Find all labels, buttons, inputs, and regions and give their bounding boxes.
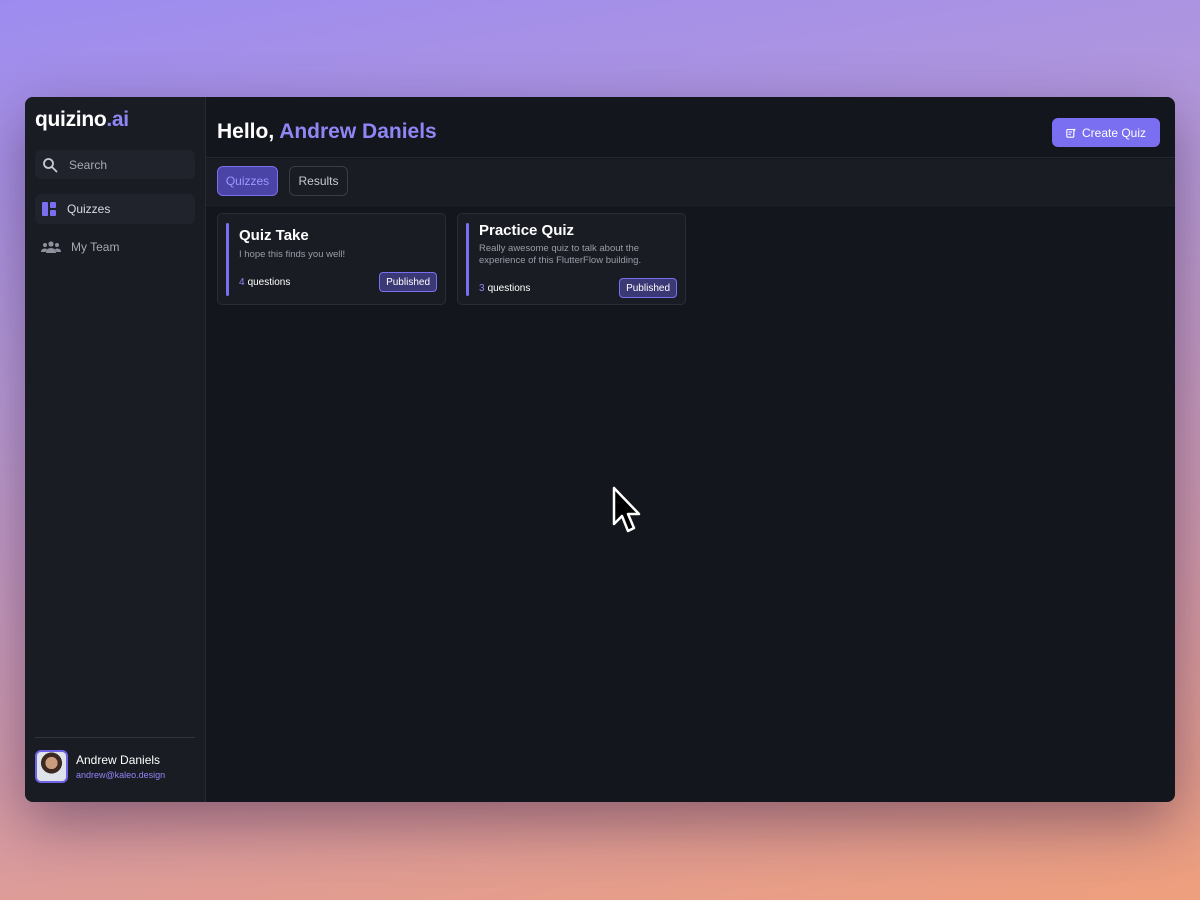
avatar [35, 750, 68, 783]
quiz-title: Quiz Take [239, 227, 309, 244]
sidebar-item-my-team[interactable]: My Team [35, 232, 195, 262]
page-header: Hello, Andrew Daniels Create Quiz [206, 97, 1175, 158]
app-logo[interactable]: quizino.ai [35, 108, 129, 132]
question-count: 4 questions [239, 277, 290, 288]
greeting-text: Hello, [217, 120, 275, 143]
tab-quizzes[interactable]: Quizzes [217, 166, 278, 196]
search-icon [43, 157, 58, 172]
tab-bar: Quizzes Results [206, 159, 1175, 206]
logo-text: quizino [35, 108, 107, 131]
question-count-label: questions [487, 283, 531, 294]
quiz-card[interactable]: Quiz Take I hope this finds you well! 4q… [217, 213, 446, 305]
sidebar: quizino.ai Search Quizzes My Team Andrew… [25, 97, 206, 802]
dashboard-icon [42, 202, 56, 216]
quiz-card[interactable]: Practice Quiz Really awesome quiz to tal… [457, 213, 686, 305]
create-quiz-label: Create Quiz [1081, 125, 1147, 140]
sidebar-item-label: Quizzes [67, 202, 111, 216]
quiz-title: Practice Quiz [479, 222, 575, 239]
status-badge: Published [379, 272, 437, 292]
edit-note-icon [1066, 128, 1076, 138]
card-accent-bar [226, 223, 229, 296]
greeting-user-name: Andrew Daniels [279, 120, 437, 143]
divider [35, 737, 195, 738]
profile-name: Andrew Daniels [76, 753, 161, 767]
card-accent-bar [466, 223, 469, 296]
team-icon [41, 241, 61, 253]
logo-accent-text: .ai [106, 108, 129, 131]
status-badge: Published [619, 278, 677, 298]
app-window: quizino.ai Search Quizzes My Team Andrew… [25, 97, 1175, 802]
question-count: 3 questions [479, 283, 530, 294]
quiz-description: I hope this finds you well! [239, 249, 346, 260]
create-quiz-button[interactable]: Create Quiz [1052, 118, 1160, 147]
search-placeholder: Search [69, 157, 108, 172]
sidebar-item-quizzes[interactable]: Quizzes [35, 194, 195, 224]
quiz-description: Really awesome quiz to talk about the ex… [479, 243, 642, 266]
profile-email: andrew@kaleo.design [76, 770, 166, 780]
question-count-label: questions [247, 277, 291, 288]
page-title: Hello, Andrew Daniels [217, 120, 437, 144]
user-profile[interactable]: Andrew Daniels andrew@kaleo.design [35, 750, 165, 783]
main-content: Hello, Andrew Daniels Create Quiz Quizzes… [206, 97, 1175, 802]
question-count-number: 3 [479, 283, 485, 294]
search-input[interactable]: Search [35, 150, 195, 179]
sidebar-item-label: My Team [71, 240, 120, 254]
question-count-number: 4 [239, 277, 245, 288]
tab-results[interactable]: Results [289, 166, 348, 196]
mouse-cursor-icon [612, 486, 641, 533]
